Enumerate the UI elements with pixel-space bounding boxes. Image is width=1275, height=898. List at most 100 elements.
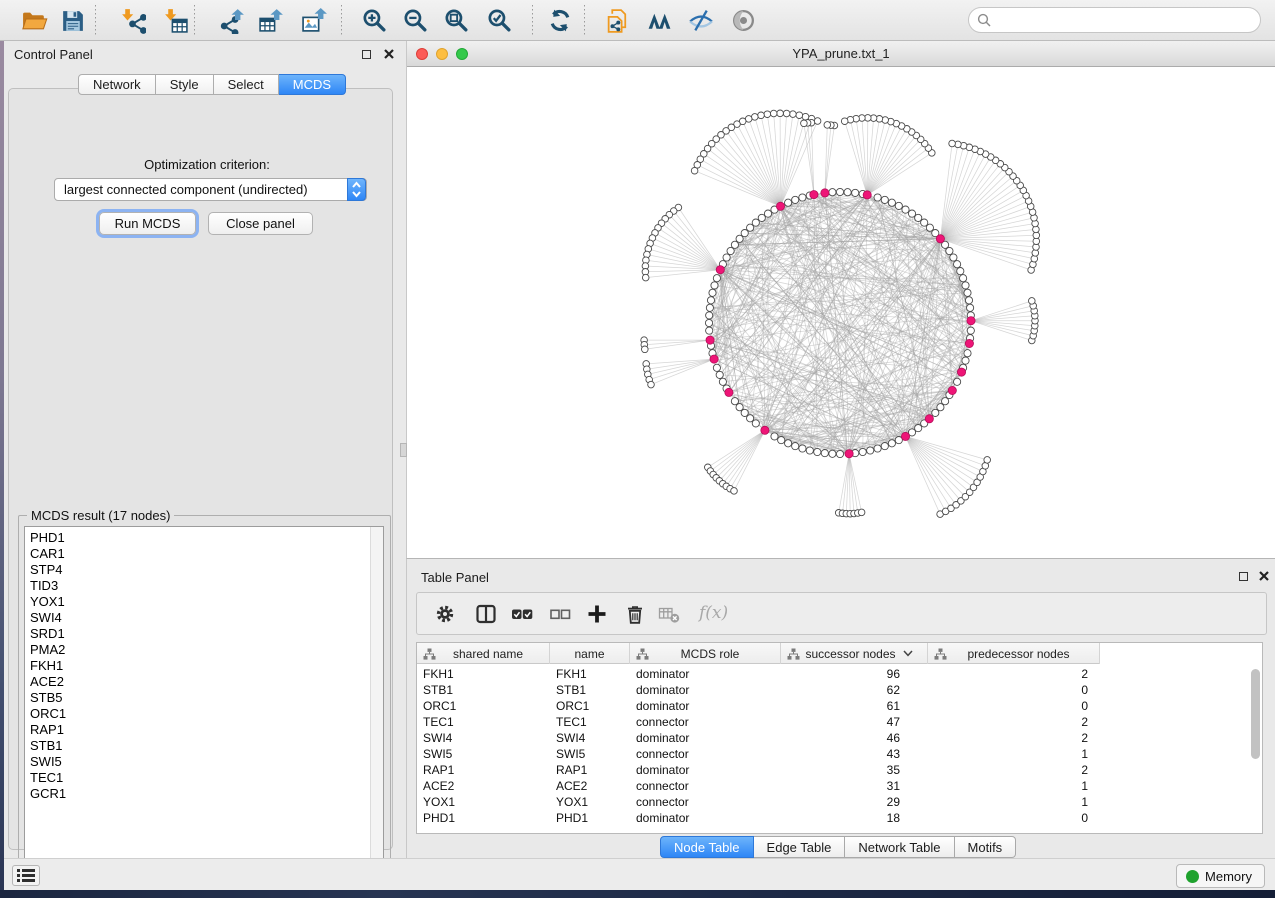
cell-MCDS-role[interactable]: dominator: [630, 810, 781, 826]
mcds-result-item[interactable]: TEC1: [25, 770, 383, 786]
cell-name[interactable]: ACE2: [550, 778, 630, 794]
cell-MCDS-role[interactable]: dominator: [630, 698, 781, 714]
cell-shared-name[interactable]: ACE2: [417, 778, 550, 794]
table-row-PHD1[interactable]: PHD1PHD1dominator180: [417, 810, 1262, 826]
cell-successor-nodes[interactable]: 43: [781, 746, 928, 762]
delete-table-icon[interactable]: [657, 602, 681, 626]
zoom-selected-icon[interactable]: [486, 7, 513, 34]
cell-shared-name[interactable]: STB1: [417, 682, 550, 698]
zoom-in-icon[interactable]: [361, 7, 388, 34]
cell-MCDS-role[interactable]: dominator: [630, 666, 781, 682]
cell-name[interactable]: YOX1: [550, 794, 630, 810]
table-row-STB1[interactable]: STB1STB1dominator620: [417, 682, 1262, 698]
cell-successor-nodes[interactable]: 46: [781, 730, 928, 746]
cell-name[interactable]: RAP1: [550, 762, 630, 778]
network-window-titlebar[interactable]: YPA_prune.txt_1: [407, 41, 1275, 67]
mcds-result-item[interactable]: FKH1: [25, 658, 383, 674]
cell-predecessor-nodes[interactable]: 0: [928, 698, 1100, 714]
memory-button[interactable]: Memory: [1176, 864, 1265, 888]
tab-edge-table[interactable]: Edge Table: [754, 836, 846, 858]
show-all-icon[interactable]: [730, 7, 757, 34]
cell-shared-name[interactable]: SWI5: [417, 746, 550, 762]
share-network-icon[interactable]: [605, 7, 632, 34]
mcds-result-item[interactable]: SWI4: [25, 610, 383, 626]
cell-predecessor-nodes[interactable]: 0: [928, 810, 1100, 826]
table-row-FKH1[interactable]: FKH1FKH1dominator962: [417, 666, 1262, 682]
cell-predecessor-nodes[interactable]: 1: [928, 778, 1100, 794]
add-entry-icon[interactable]: [585, 602, 609, 626]
table-scrollbar-thumb[interactable]: [1251, 669, 1260, 759]
search-box[interactable]: [968, 7, 1261, 33]
cell-shared-name[interactable]: YOX1: [417, 794, 550, 810]
mcds-result-item[interactable]: GCR1: [25, 786, 383, 802]
cell-MCDS-role[interactable]: connector: [630, 778, 781, 794]
mcds-result-item[interactable]: SWI5: [25, 754, 383, 770]
cell-predecessor-nodes[interactable]: 2: [928, 762, 1100, 778]
table-row-SWI5[interactable]: SWI5SWI5connector431: [417, 746, 1262, 762]
table-row-YOX1[interactable]: YOX1YOX1connector291: [417, 794, 1262, 810]
network-canvas[interactable]: [407, 67, 1274, 557]
cell-shared-name[interactable]: ORC1: [417, 698, 550, 714]
close-table-panel-icon[interactable]: [1258, 570, 1270, 582]
mcds-result-item[interactable]: CAR1: [25, 546, 383, 562]
export-network-icon[interactable]: [219, 7, 246, 34]
zoom-fit-icon[interactable]: [443, 7, 470, 34]
cell-MCDS-role[interactable]: dominator: [630, 762, 781, 778]
first-neighbors-icon[interactable]: [646, 7, 673, 34]
cell-name[interactable]: SWI4: [550, 730, 630, 746]
column-header-predecessor-nodes[interactable]: predecessor nodes: [928, 643, 1100, 664]
table-row-TEC1[interactable]: TEC1TEC1connector472: [417, 714, 1262, 730]
import-network-icon[interactable]: [119, 7, 146, 34]
cell-name[interactable]: FKH1: [550, 666, 630, 682]
mcds-result-item[interactable]: STP4: [25, 562, 383, 578]
cell-name[interactable]: TEC1: [550, 714, 630, 730]
cell-shared-name[interactable]: TEC1: [417, 714, 550, 730]
table-row-SWI4[interactable]: SWI4SWI4dominator462: [417, 730, 1262, 746]
tab-select[interactable]: Select: [214, 74, 279, 95]
mcds-result-item[interactable]: PMA2: [25, 642, 383, 658]
search-input[interactable]: [992, 10, 1260, 30]
table-row-RAP1[interactable]: RAP1RAP1dominator352: [417, 762, 1262, 778]
table-settings-icon[interactable]: [433, 602, 457, 626]
mcds-result-item[interactable]: STB5: [25, 690, 383, 706]
cell-MCDS-role[interactable]: dominator: [630, 730, 781, 746]
select-all-icon[interactable]: [510, 602, 534, 626]
cell-name[interactable]: SWI5: [550, 746, 630, 762]
save-session-icon[interactable]: [59, 7, 86, 34]
mcds-result-item[interactable]: SRD1: [25, 626, 383, 642]
cell-predecessor-nodes[interactable]: 2: [928, 730, 1100, 746]
mcds-list-scrollbar[interactable]: [370, 527, 383, 878]
cell-shared-name[interactable]: FKH1: [417, 666, 550, 682]
run-mcds-button[interactable]: Run MCDS: [99, 212, 196, 235]
cell-MCDS-role[interactable]: dominator: [630, 682, 781, 698]
cell-successor-nodes[interactable]: 47: [781, 714, 928, 730]
float-table-panel-icon[interactable]: [1239, 572, 1248, 581]
tab-network-table[interactable]: Network Table: [845, 836, 954, 858]
table-row-ORC1[interactable]: ORC1ORC1dominator610: [417, 698, 1262, 714]
cell-predecessor-nodes[interactable]: 2: [928, 666, 1100, 682]
mcds-result-item[interactable]: STB1: [25, 738, 383, 754]
tab-motifs[interactable]: Motifs: [955, 836, 1017, 858]
float-window-icon[interactable]: [362, 50, 371, 59]
mcds-result-item[interactable]: TID3: [25, 578, 383, 594]
cell-successor-nodes[interactable]: 35: [781, 762, 928, 778]
close-panel-button[interactable]: Close panel: [208, 212, 313, 235]
cell-shared-name[interactable]: SWI4: [417, 730, 550, 746]
tab-mcds[interactable]: MCDS: [279, 74, 346, 95]
cell-shared-name[interactable]: PHD1: [417, 810, 550, 826]
cell-predecessor-nodes[interactable]: 1: [928, 794, 1100, 810]
cell-successor-nodes[interactable]: 18: [781, 810, 928, 826]
column-header-MCDS-role[interactable]: MCDS role: [630, 643, 781, 664]
tab-style[interactable]: Style: [156, 74, 214, 95]
cell-successor-nodes[interactable]: 29: [781, 794, 928, 810]
mcds-result-item[interactable]: ORC1: [25, 706, 383, 722]
cell-successor-nodes[interactable]: 61: [781, 698, 928, 714]
cell-name[interactable]: ORC1: [550, 698, 630, 714]
mcds-result-item[interactable]: RAP1: [25, 722, 383, 738]
cell-successor-nodes[interactable]: 31: [781, 778, 928, 794]
vertical-splitter-handle[interactable]: [400, 443, 407, 457]
optimization-criterion-dropdown[interactable]: largest connected component (undirected): [54, 178, 367, 201]
cell-predecessor-nodes[interactable]: 1: [928, 746, 1100, 762]
hide-selected-icon[interactable]: [687, 7, 714, 34]
open-file-icon[interactable]: [21, 7, 48, 34]
